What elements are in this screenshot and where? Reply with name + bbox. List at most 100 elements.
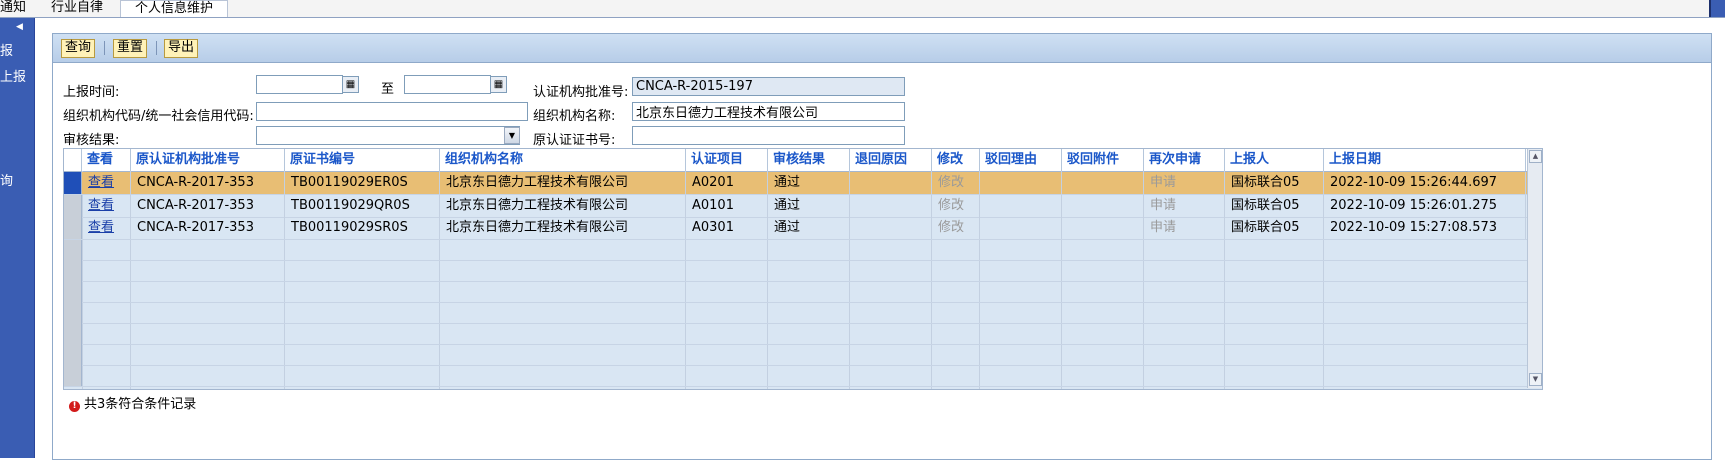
review-result-select[interactable] [256,126,520,145]
cell-return-reason [850,195,932,217]
cell-result: 通过 [768,172,850,194]
cell-reject-reason [980,172,1062,194]
modify-link[interactable]: 修改 [932,217,980,239]
grid-header: 查看 原认证机构批准号 原证书编号 组织机构名称 认证项目 审核结果 退回原因 … [64,149,1542,172]
nav-item-upload-report[interactable]: 上报 [0,66,26,85]
col-header-reporter[interactable]: 上报人 [1225,149,1324,171]
modify-link[interactable]: 修改 [932,172,980,194]
main-panel: 查询 重置 导出 上报时间: ▦ 至 ▦ 认证机构批准号: 组织机构代码/统一社… [52,33,1712,460]
row-selector [64,322,82,344]
cell-cert-no: TB00119029QR0S [285,195,440,217]
row-selector [64,238,82,260]
empty-row [64,280,1542,303]
row-selector [64,301,82,323]
nav-item-report[interactable]: 报 [0,40,13,59]
view-link[interactable]: 查看 [82,217,131,239]
calendar-icon[interactable]: ▦ [342,76,359,93]
org-code-input[interactable] [256,102,528,121]
col-header-result[interactable]: 审核结果 [768,149,850,171]
tab-industry-self-discipline[interactable]: 行业自律 [37,0,118,16]
nav-item-query[interactable]: 询 [0,170,13,189]
export-button[interactable]: 导出 [164,39,199,58]
right-edge-bar [1709,0,1725,17]
review-result-label: 审核结果: [63,133,120,148]
report-time-from-input[interactable] [256,75,343,94]
org-name-label: 组织机构名称: [533,109,616,124]
grid-scrollbar[interactable]: ▲ ▼ [1527,149,1542,388]
orig-cert-input[interactable] [632,126,905,145]
tab-personal-info[interactable]: 个人信息维护 [120,0,229,17]
cell-project: A0201 [686,172,768,194]
row-selector[interactable] [64,172,82,194]
approval-no-field[interactable] [632,77,905,96]
cell-project: A0301 [686,217,768,239]
table-row[interactable]: 查看 CNCA-R-2017-353 TB00119029QR0S 北京东日德力… [64,195,1542,218]
triangle-left-icon[interactable]: ◀ [16,22,23,32]
row-selector [64,259,82,281]
view-link[interactable]: 查看 [82,195,131,217]
col-header-org-name[interactable]: 组织机构名称 [440,149,686,171]
report-time-to-input[interactable] [404,75,491,94]
cell-project: A0101 [686,195,768,217]
cell-reject-reason [980,217,1062,239]
row-selector [64,280,82,302]
report-time-label: 上报时间: [63,85,120,100]
cell-reject-attach [1062,195,1144,217]
record-count-status: ! 共3条符合条件记录 [69,393,196,412]
col-header-view[interactable]: 查看 [82,149,131,171]
scroll-down-icon[interactable]: ▼ [1529,373,1542,386]
toolbar-separator [104,41,105,55]
calendar-icon[interactable]: ▦ [490,76,507,93]
col-header-return-reason[interactable]: 退回原因 [850,149,932,171]
reapply-link[interactable]: 申请 [1144,217,1225,239]
tab-strip: 通知 行业自律 个人信息维护 [0,0,1725,18]
cell-return-reason [850,172,932,194]
table-row[interactable]: 查看 CNCA-R-2017-353 TB00119029ER0S 北京东日德力… [64,172,1542,195]
reapply-link[interactable]: 申请 [1144,172,1225,194]
col-header-reject-attach[interactable]: 驳回附件 [1062,149,1144,171]
empty-row [64,343,1542,366]
view-link[interactable]: 查看 [82,172,131,194]
row-selector[interactable] [64,195,82,217]
row-selector [64,343,82,365]
row-selector[interactable] [64,217,82,239]
empty-row [64,322,1542,345]
col-header-project[interactable]: 认证项目 [686,149,768,171]
scroll-up-icon[interactable]: ▲ [1529,150,1542,163]
modify-link[interactable]: 修改 [932,195,980,217]
col-header-reapply[interactable]: 再次申请 [1144,149,1225,171]
to-label: 至 [381,82,395,97]
cell-date: 2022-10-09 15:26:01.275 [1324,195,1526,217]
col-header-reject-reason[interactable]: 驳回理由 [980,149,1062,171]
table-row[interactable]: 查看 CNCA-R-2017-353 TB00119029SR0S 北京东日德力… [64,217,1542,240]
reset-button[interactable]: 重置 [113,39,148,58]
cell-date: 2022-10-09 15:26:44.697 [1324,172,1526,194]
toolbar-separator [156,41,157,55]
results-grid: 查看 原认证机构批准号 原证书编号 组织机构名称 认证项目 审核结果 退回原因 … [63,148,1543,390]
row-selector [64,364,82,386]
col-header-modify[interactable]: 修改 [932,149,980,171]
cell-result: 通过 [768,217,850,239]
cell-orig-approval: CNCA-R-2017-353 [131,217,285,239]
org-name-input[interactable] [632,102,905,121]
record-count-text: 共3条符合条件记录 [84,397,197,412]
chevron-down-icon[interactable]: ▼ [504,127,520,144]
cell-orig-approval: CNCA-R-2017-353 [131,172,285,194]
tab-notice[interactable]: 通知 [0,0,41,16]
cell-org-name: 北京东日德力工程技术有限公司 [440,195,686,217]
warning-icon: ! [69,401,80,412]
col-header-orig-approval[interactable]: 原认证机构批准号 [131,149,285,171]
col-header-date[interactable]: 上报日期 [1324,149,1526,171]
org-code-label: 组织机构代码/统一社会信用代码: [63,109,254,124]
cell-reporter: 国标联合05 [1225,172,1324,194]
cell-reject-attach [1062,172,1144,194]
query-button[interactable]: 查询 [61,39,96,58]
cell-date: 2022-10-09 15:27:08.573 [1324,217,1526,239]
orig-cert-label: 原认证证书号: [533,133,616,148]
left-navigation: ◀ 报 上报 询 [0,0,35,458]
empty-row [64,238,1542,261]
col-header-cert-no[interactable]: 原证书编号 [285,149,440,171]
header-selector [64,149,82,171]
reapply-link[interactable]: 申请 [1144,195,1225,217]
cell-orig-approval: CNCA-R-2017-353 [131,195,285,217]
